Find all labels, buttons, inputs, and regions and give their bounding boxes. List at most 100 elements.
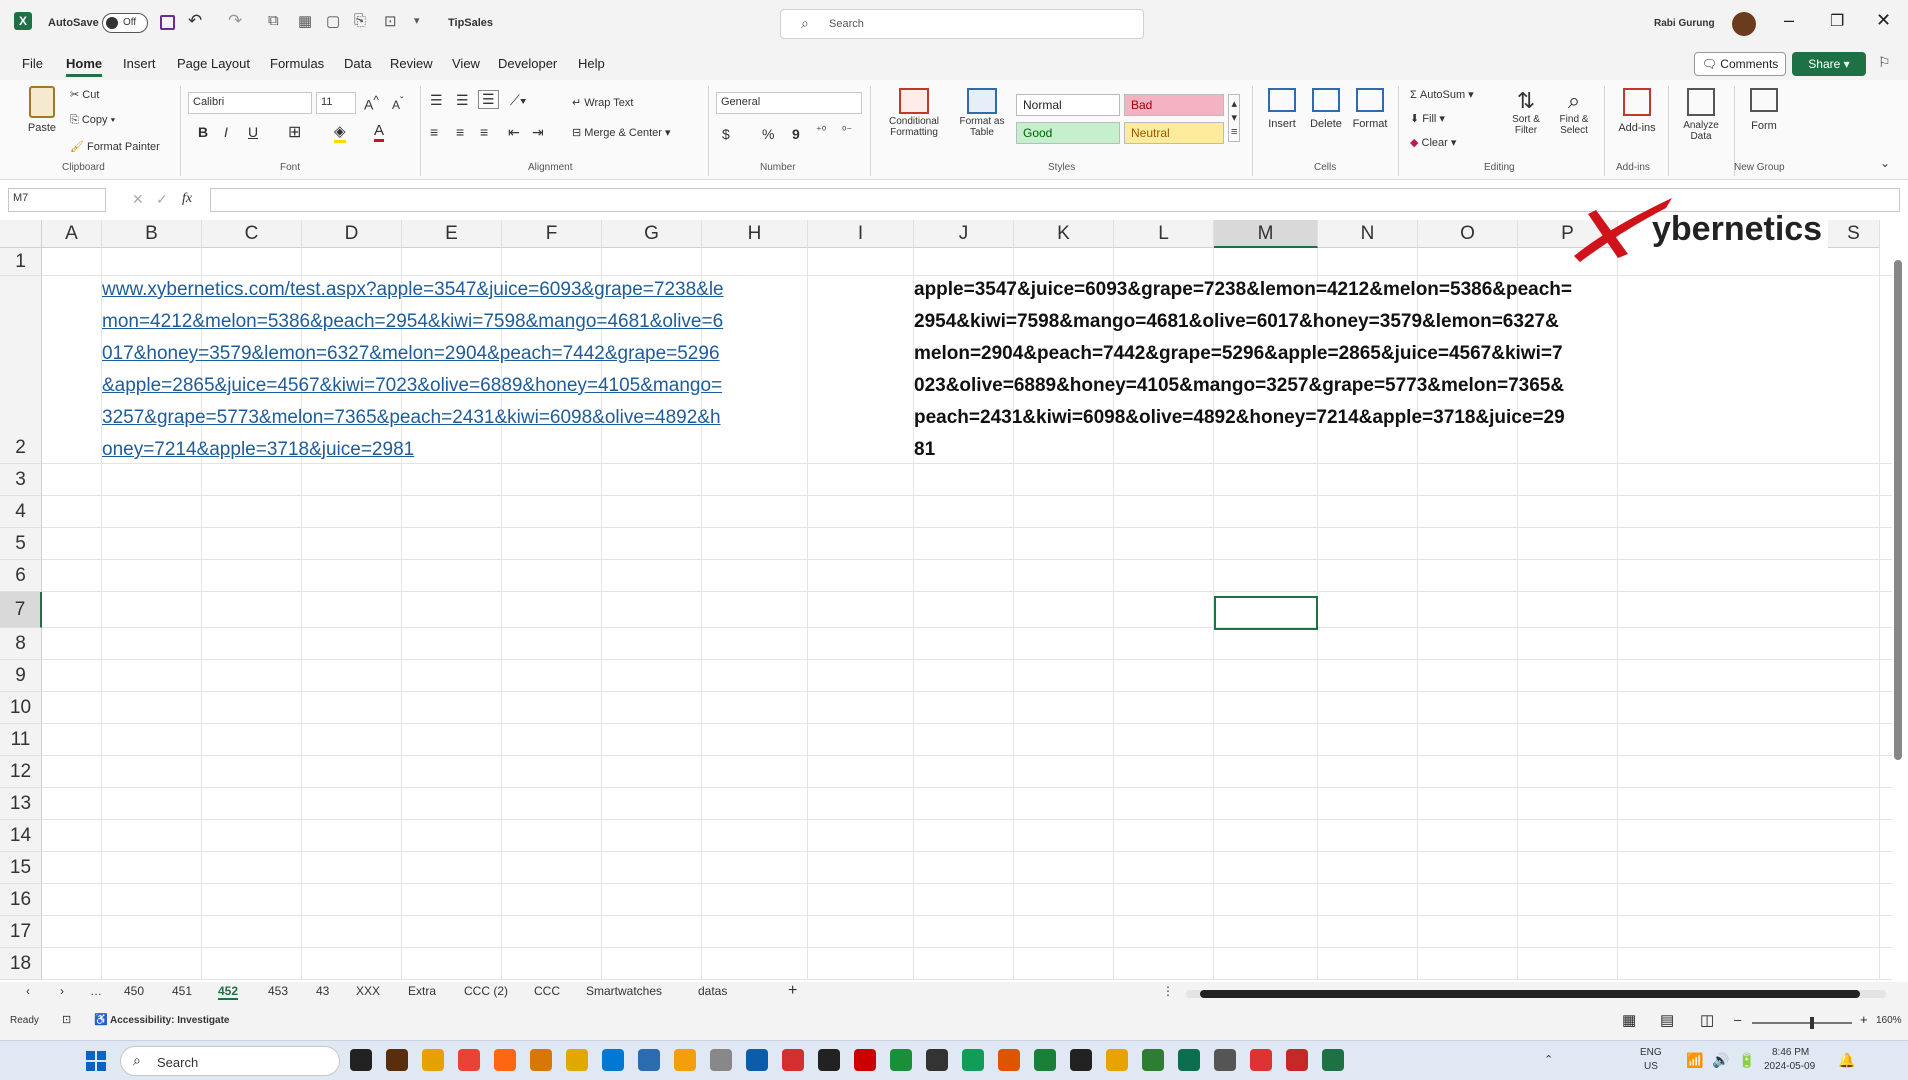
menu-home[interactable]: Home bbox=[66, 56, 103, 77]
macro-record-icon[interactable]: ⊡ bbox=[62, 1013, 71, 1026]
column-header-i[interactable]: I bbox=[808, 220, 914, 248]
column-header-o[interactable]: O bbox=[1418, 220, 1518, 248]
analyze-data-button[interactable]: Analyze Data bbox=[1674, 88, 1728, 142]
zoom-out-icon[interactable]: – bbox=[1734, 1012, 1741, 1027]
volume-icon[interactable]: 🔊 bbox=[1712, 1052, 1729, 1069]
align-middle-icon[interactable]: ☰ bbox=[456, 92, 469, 109]
taskbar-app-icon[interactable] bbox=[746, 1049, 768, 1071]
row-header-3[interactable]: 3 bbox=[0, 464, 42, 496]
sort-filter-button[interactable]: ⇅ Sort & Filter bbox=[1504, 88, 1548, 136]
cell-b2-line[interactable]: 3257&grape=5773&melon=7365&peach=2431&ki… bbox=[102, 402, 802, 434]
column-header-k[interactable]: K bbox=[1014, 220, 1114, 248]
align-right-icon[interactable]: ≡ bbox=[480, 124, 488, 140]
notification-icon[interactable]: 🔔 bbox=[1838, 1052, 1855, 1069]
orientation-icon[interactable]: ⟋▾ bbox=[510, 92, 527, 109]
row-header-7[interactable]: 7 bbox=[0, 592, 42, 628]
wrap-text-button[interactable]: ↵ Wrap Text bbox=[572, 96, 633, 109]
taskbar-app-icon[interactable] bbox=[458, 1049, 480, 1071]
decrease-decimal-icon[interactable]: ⁰⁻ bbox=[842, 124, 852, 137]
sheet-tab-452[interactable]: 452 bbox=[218, 984, 239, 1000]
page-break-view-icon[interactable]: ◫ bbox=[1700, 1011, 1714, 1029]
taskbar-app-icon[interactable] bbox=[1034, 1049, 1056, 1071]
taskbar-app-icon[interactable] bbox=[350, 1049, 372, 1071]
decrease-indent-icon[interactable]: ⇤ bbox=[508, 124, 520, 141]
row-header-13[interactable]: 13 bbox=[0, 788, 42, 820]
menu-developer[interactable]: Developer bbox=[498, 56, 557, 71]
conditional-formatting-button[interactable]: Conditional Formatting bbox=[878, 88, 950, 138]
taskbar-app-icon[interactable] bbox=[818, 1049, 840, 1071]
cell-j2[interactable]: apple=3547&juice=6093&grape=7238&lemon=4… bbox=[914, 274, 1634, 466]
row-header-17[interactable]: 17 bbox=[0, 916, 42, 948]
styles-more-icon[interactable]: ▴ ▾ ≡ bbox=[1228, 94, 1241, 142]
row-header-4[interactable]: 4 bbox=[0, 496, 42, 528]
row-header-15[interactable]: 15 bbox=[0, 852, 42, 884]
cell-b2[interactable]: www.xybernetics.com/test.aspx?apple=3547… bbox=[102, 274, 802, 466]
taskbar-app-icon[interactable] bbox=[530, 1049, 552, 1071]
cell-b2-line[interactable]: &apple=2865&juice=4567&kiwi=7023&olive=6… bbox=[102, 370, 802, 402]
normal-view-icon[interactable]: ▦ bbox=[1622, 1011, 1636, 1029]
percent-button[interactable]: % bbox=[762, 126, 774, 142]
sheet-tab-ccc-2-[interactable]: CCC (2) bbox=[464, 984, 508, 998]
row-header-12[interactable]: 12 bbox=[0, 756, 42, 788]
quick-access-icon-2[interactable]: ▦ bbox=[298, 12, 312, 30]
row-header-18[interactable]: 18 bbox=[0, 948, 42, 980]
customize-qat-icon[interactable]: ▾ bbox=[414, 14, 420, 27]
minimize-icon[interactable]: – bbox=[1784, 10, 1794, 31]
zoom-slider-thumb[interactable] bbox=[1810, 1017, 1814, 1029]
format-cells-button[interactable]: Format bbox=[1350, 88, 1390, 130]
zoom-level[interactable]: 160% bbox=[1876, 1015, 1902, 1026]
row-header-6[interactable]: 6 bbox=[0, 560, 42, 592]
paste-button[interactable]: Paste bbox=[22, 86, 62, 134]
enter-icon[interactable]: ✓ bbox=[156, 191, 168, 208]
font-size-select[interactable]: 11 bbox=[316, 92, 356, 114]
row-header-2[interactable]: 2 bbox=[0, 276, 42, 464]
share-button[interactable]: Share ▾ bbox=[1792, 52, 1866, 76]
row-header-9[interactable]: 9 bbox=[0, 660, 42, 692]
taskbar-app-icon[interactable] bbox=[1070, 1049, 1092, 1071]
style-bad[interactable]: Bad bbox=[1124, 94, 1224, 116]
horizontal-scrollbar[interactable] bbox=[1186, 990, 1886, 998]
taskbar-app-icon[interactable] bbox=[890, 1049, 912, 1071]
align-center-icon[interactable]: ≡ bbox=[456, 124, 464, 140]
column-header-e[interactable]: E bbox=[402, 220, 502, 248]
taskbar-app-icon[interactable] bbox=[1322, 1049, 1344, 1071]
taskbar-app-icon[interactable] bbox=[422, 1049, 444, 1071]
taskbar-app-icon[interactable] bbox=[1214, 1049, 1236, 1071]
battery-icon[interactable]: 🔋 bbox=[1738, 1052, 1755, 1069]
cell-b2-line[interactable]: oney=7214&apple=3718&juice=2981 bbox=[102, 434, 802, 466]
font-name-select[interactable]: Calibri bbox=[188, 92, 312, 114]
sheet-tab-extra[interactable]: Extra bbox=[408, 984, 436, 998]
sheet-tab-453[interactable]: 453 bbox=[268, 984, 288, 998]
delete-cells-button[interactable]: Delete bbox=[1306, 88, 1346, 130]
quick-access-icon-3[interactable]: ▢ bbox=[326, 12, 340, 30]
close-icon[interactable]: ✕ bbox=[1876, 10, 1891, 31]
style-good[interactable]: Good bbox=[1016, 122, 1120, 144]
sheet-tab-ccc[interactable]: CCC bbox=[534, 984, 560, 998]
tab-options-icon[interactable]: ⋮ bbox=[1162, 984, 1174, 998]
cancel-icon[interactable]: ✕ bbox=[132, 191, 144, 208]
taskbar-app-icon[interactable] bbox=[1142, 1049, 1164, 1071]
find-select-button[interactable]: ⌕ Find & Select bbox=[1552, 88, 1596, 136]
column-header-d[interactable]: D bbox=[302, 220, 402, 248]
name-box[interactable]: M7 bbox=[8, 188, 106, 212]
align-left-icon[interactable]: ≡ bbox=[430, 124, 438, 140]
menu-help[interactable]: Help bbox=[578, 56, 605, 71]
taskbar-search[interactable]: ⌕ Search bbox=[120, 1046, 340, 1076]
spreadsheet-grid[interactable]: ABCDEFGHIJKLMNOPS 1 2 3 4 5 6 7 8 9 10 11 12 13 14 15 1… bbox=[0, 220, 1908, 980]
comma-button[interactable]: 9 bbox=[792, 126, 800, 142]
ribbon-display-icon[interactable]: ⚐ bbox=[1878, 54, 1891, 71]
next-sheet-icon[interactable]: › bbox=[60, 984, 64, 998]
taskbar-app-icon[interactable] bbox=[494, 1049, 516, 1071]
sheet-tab-xxx[interactable]: XXX bbox=[356, 984, 380, 998]
bold-button[interactable]: B bbox=[198, 124, 208, 140]
save-icon[interactable] bbox=[160, 15, 175, 30]
cut-button[interactable]: ✂ Cut bbox=[70, 88, 99, 101]
clock-time[interactable]: 8:46 PM bbox=[1772, 1047, 1809, 1058]
taskbar-app-icon[interactable] bbox=[674, 1049, 696, 1071]
format-as-table-button[interactable]: Format as Table bbox=[952, 88, 1012, 138]
user-avatar[interactable] bbox=[1732, 12, 1756, 36]
cell-b2-line[interactable]: mon=4212&melon=5386&peach=2954&kiwi=7598… bbox=[102, 306, 802, 338]
quick-access-icon-1[interactable]: ⧉ bbox=[268, 12, 279, 29]
column-header-a[interactable]: A bbox=[42, 220, 102, 248]
accessibility-status[interactable]: Accessibility: Investigate bbox=[110, 1015, 230, 1026]
